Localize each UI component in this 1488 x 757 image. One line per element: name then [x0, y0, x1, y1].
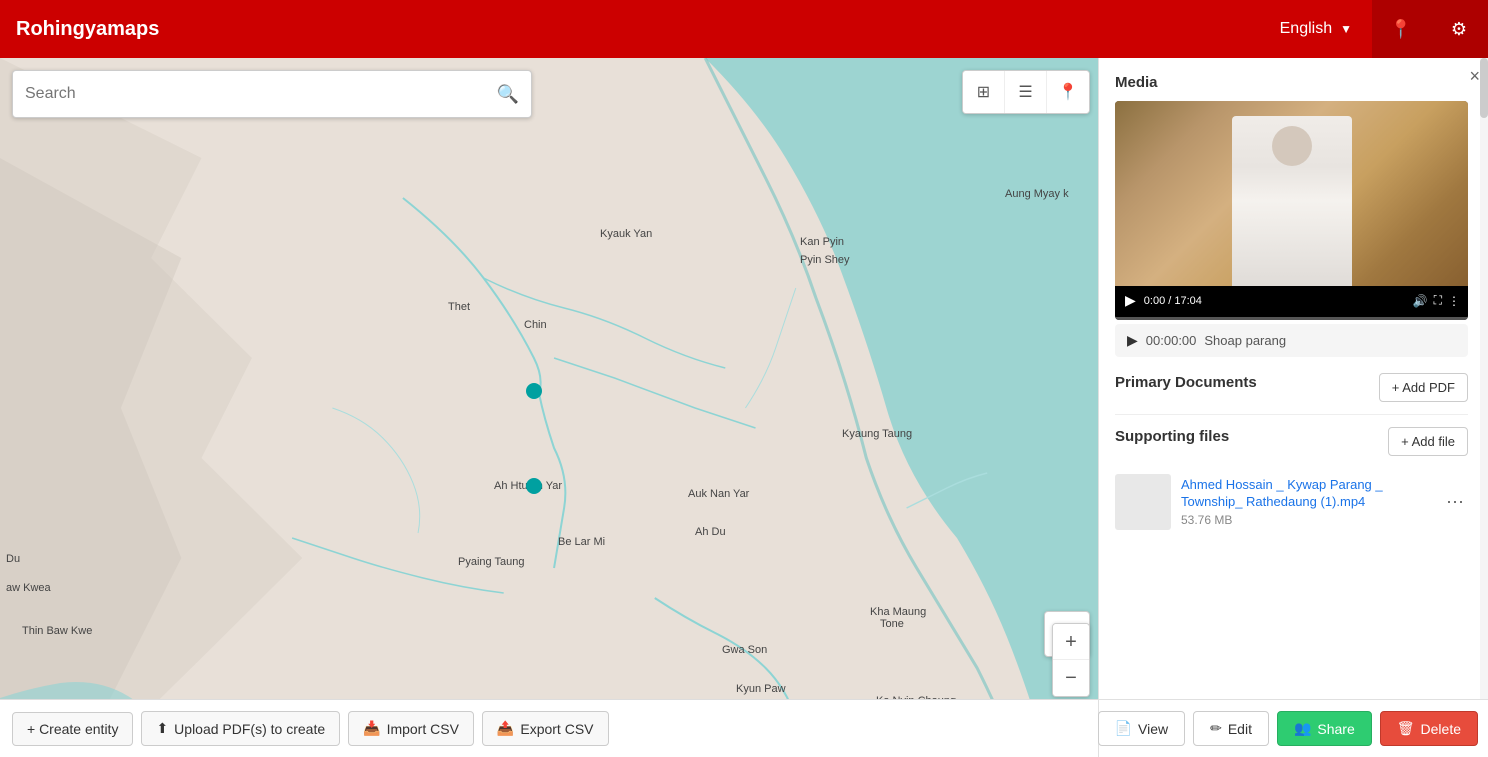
delete-btn[interactable]: 🗑 Delete	[1380, 711, 1478, 746]
export-icon: 📤	[497, 720, 514, 737]
delete-icon: 🗑	[1397, 720, 1415, 737]
upload-pdf-label: Upload PDF(s) to create	[174, 721, 325, 737]
map-marker-2[interactable]	[526, 478, 542, 494]
import-csv-btn[interactable]: 📥 Import CSV	[348, 711, 474, 746]
add-pdf-btn[interactable]: + Add PDF	[1379, 373, 1468, 402]
file-info: Ahmed Hossain _ Kywap Parang _ Township_…	[1181, 477, 1432, 528]
list-view-btn[interactable]: ☰	[1005, 71, 1047, 113]
pin-icon: 📍	[1058, 82, 1078, 102]
panel-scrollable[interactable]: Media ▶ 0:00 / 17:04 🔊 ⛶ ⋮	[1099, 58, 1488, 699]
video-time: 0:00 / 17:04	[1144, 295, 1407, 307]
app-title: Rohingyamaps	[16, 18, 159, 41]
media-section-title: Media	[1115, 74, 1468, 91]
video-more-btn[interactable]: ⋮	[1448, 294, 1460, 308]
video-play-btn[interactable]: ▶	[1123, 290, 1138, 311]
bottom-toolbar: + Create entity ⬆ Upload PDF(s) to creat…	[0, 699, 1098, 757]
zoom-out-btn[interactable]: −	[1053, 660, 1089, 696]
add-pdf-label: + Add PDF	[1392, 380, 1455, 395]
video-progress-bar[interactable]	[1115, 317, 1468, 320]
export-csv-btn[interactable]: 📤 Export CSV	[482, 711, 609, 746]
file-more-btn[interactable]: ⋯	[1442, 488, 1468, 517]
map-view-toggle: ⊞ ☰ 📍	[962, 70, 1090, 114]
import-icon: 📥	[363, 720, 380, 737]
edit-icon: ✏	[1210, 720, 1222, 737]
export-csv-label: Export CSV	[520, 721, 593, 737]
file-item: Ahmed Hossain _ Kywap Parang _ Township_…	[1115, 466, 1468, 538]
create-entity-btn[interactable]: + Create entity	[12, 712, 133, 746]
add-file-label: + Add file	[1401, 434, 1455, 449]
map-background[interactable]: Kyauk Yan Kan Pyin Pyin Shey Thet Chin A…	[0, 58, 1098, 757]
header-right: English ▼ 📍 ⚙	[1260, 0, 1488, 58]
audio-title: Shoap parang	[1204, 333, 1286, 348]
view-icon: 📄	[1115, 720, 1132, 737]
chevron-down-icon: ▼	[1340, 22, 1352, 36]
edit-btn[interactable]: ✏ Edit	[1193, 711, 1269, 746]
file-thumbnail	[1115, 474, 1171, 530]
audio-row: ▶ 00:00:00 Shoap parang	[1115, 324, 1468, 357]
video-fullscreen-btn[interactable]: ⛶	[1434, 293, 1442, 308]
video-placeholder	[1115, 101, 1468, 286]
list-icon: ☰	[1018, 82, 1032, 102]
zoom-in-btn[interactable]: +	[1053, 624, 1089, 660]
divider-1	[1115, 414, 1468, 415]
create-entity-label: + Create entity	[27, 721, 118, 737]
map-container: 🔍 ⊞ ☰ 📍	[0, 58, 1098, 757]
edit-label: Edit	[1228, 721, 1252, 737]
import-csv-label: Import CSV	[387, 721, 459, 737]
search-input[interactable]	[25, 85, 497, 103]
settings-icon-btn[interactable]: ⚙	[1430, 0, 1488, 58]
view-label: View	[1138, 721, 1168, 737]
supporting-files-title: Supporting files	[1115, 428, 1229, 445]
share-label: Share	[1317, 721, 1354, 737]
primary-docs-header: Primary Documents + Add PDF	[1115, 373, 1468, 402]
panel-footer: 📄 View ✏ Edit 👥 Share 🗑 Delete	[1099, 699, 1488, 757]
video-controls-bar: ▶ 0:00 / 17:04 🔊 ⛶ ⋮	[1115, 286, 1468, 315]
zoom-controls: + −	[1052, 623, 1090, 697]
search-icon: 🔍	[497, 84, 519, 105]
panel-close-btn[interactable]: ×	[1469, 66, 1480, 87]
scrollbar-thumb[interactable]	[1480, 58, 1488, 118]
language-selector[interactable]: English ▼	[1260, 0, 1372, 58]
right-panel: × Media ▶ 0:00 / 17:04 🔊	[1098, 58, 1488, 757]
file-name[interactable]: Ahmed Hossain _ Kywap Parang _ Township_…	[1181, 477, 1432, 511]
main-content: 🔍 ⊞ ☰ 📍	[0, 58, 1488, 757]
supporting-files-header: Supporting files + Add file	[1115, 427, 1468, 456]
video-container: ▶ 0:00 / 17:04 🔊 ⛶ ⋮	[1115, 101, 1468, 320]
primary-docs-title: Primary Documents	[1115, 374, 1257, 391]
person-figure	[1232, 116, 1352, 286]
upload-icon: ⬆	[156, 720, 168, 737]
search-bar: 🔍	[12, 70, 532, 118]
grid-icon: ⊞	[977, 82, 990, 102]
share-icon: 👥	[1294, 720, 1311, 737]
language-label: English	[1280, 20, 1332, 38]
scrollbar-track	[1480, 58, 1488, 699]
pin-view-btn[interactable]: 📍	[1047, 71, 1089, 113]
file-size: 53.76 MB	[1181, 513, 1432, 527]
location-icon-btn[interactable]: 📍	[1372, 0, 1430, 58]
video-volume-btn[interactable]: 🔊	[1413, 294, 1428, 308]
grid-view-btn[interactable]: ⊞	[963, 71, 1005, 113]
audio-play-btn[interactable]: ▶	[1127, 332, 1138, 349]
header: Rohingyamaps English ▼ 📍 ⚙	[0, 0, 1488, 58]
map-svg	[0, 58, 1098, 757]
delete-label: Delete	[1421, 721, 1461, 737]
audio-time: 00:00:00	[1146, 333, 1197, 348]
share-btn[interactable]: 👥 Share	[1277, 711, 1372, 746]
upload-pdf-btn[interactable]: ⬆ Upload PDF(s) to create	[141, 711, 340, 746]
map-marker-1[interactable]	[526, 383, 542, 399]
view-btn[interactable]: 📄 View	[1098, 711, 1186, 746]
person-head	[1272, 126, 1312, 166]
add-file-btn[interactable]: + Add file	[1388, 427, 1468, 456]
